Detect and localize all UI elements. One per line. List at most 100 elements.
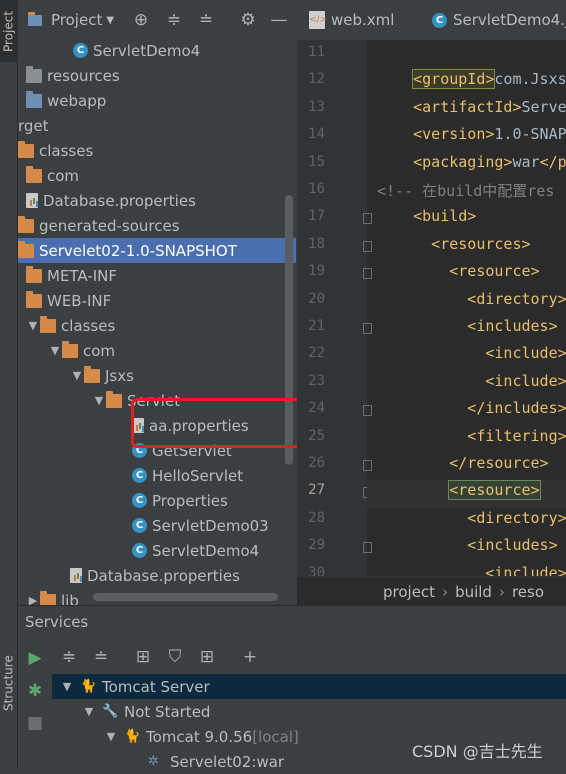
line-number: 24 <box>297 400 325 416</box>
code-token <box>377 481 449 499</box>
breadcrumb-project[interactable]: project <box>383 583 435 601</box>
chevron-right-icon[interactable]: ▶ <box>26 594 40 605</box>
tree-item[interactable]: resources <box>18 63 296 88</box>
code-line: <resource> <box>377 262 540 280</box>
line-number: 23 <box>297 373 325 389</box>
folder-icon <box>40 319 56 333</box>
code-line: <directory> <box>377 509 566 527</box>
expand-all-icon[interactable]: ≑ <box>58 646 80 668</box>
tree-item-label: classes <box>39 142 93 160</box>
tab-servletdemo4[interactable]: C ServletDemo4.j <box>432 0 566 40</box>
code-token: <version> <box>377 125 494 143</box>
code-editor[interactable]: 1112131415161718192021222324252627282930… <box>297 40 566 576</box>
folder-icon <box>40 594 56 606</box>
tab-web-xml[interactable]: </> web.xml <box>309 0 394 40</box>
tree-item[interactable]: WEB-INF <box>18 288 296 313</box>
code-token: <directory> <box>377 290 566 308</box>
chevron-down-icon[interactable]: ▼ <box>92 394 106 407</box>
fold-marker-icon[interactable] <box>363 268 372 279</box>
group-by-icon[interactable]: ⊞ <box>132 646 154 668</box>
line-number: 21 <box>297 318 325 334</box>
service-tree-item[interactable]: ▼🐈Tomcat Server <box>52 674 566 699</box>
project-folder-icon <box>28 15 42 26</box>
chevron-down-icon[interactable]: ▼ <box>70 369 84 382</box>
tree-horizontal-scrollbar[interactable] <box>93 593 278 601</box>
structure-tool-tab-label: Structure <box>2 655 16 711</box>
new-tab-icon[interactable]: ⊞ <box>196 646 218 668</box>
tomcat-icon: 🐈 <box>124 730 140 744</box>
code-line: </resource> <box>377 454 549 472</box>
line-number: 18 <box>297 236 325 252</box>
minimize-icon[interactable]: — <box>268 9 290 31</box>
tree-item[interactable]: Database.properties <box>18 563 296 588</box>
fold-marker-icon[interactable] <box>363 542 372 553</box>
line-number: 28 <box>297 510 325 526</box>
fold-marker-icon[interactable] <box>363 460 372 471</box>
filter-icon[interactable]: ⛉ <box>164 646 186 668</box>
tree-item-label: Database.properties <box>87 567 240 585</box>
chevron-down-icon[interactable]: ▼ <box>60 680 74 693</box>
tree-item[interactable]: classes <box>18 138 296 163</box>
structure-tool-tab[interactable]: Structure <box>0 648 17 718</box>
line-number: 19 <box>297 263 325 279</box>
code-line: <include> <box>377 564 566 576</box>
collapse-all-icon[interactable]: ≐ <box>195 9 217 31</box>
code-line: <resources> <box>377 235 531 253</box>
code-token: <build> <box>377 207 476 225</box>
debug-icon[interactable]: ✱ <box>24 680 46 702</box>
fold-marker-icon[interactable] <box>363 405 372 416</box>
tree-item[interactable]: generated-sources <box>18 213 296 238</box>
fold-marker-icon[interactable] <box>363 213 372 224</box>
project-tree: CServletDemo4 resources webapp rget classes c… <box>18 40 296 605</box>
tree-item-label: lib <box>61 592 79 606</box>
tree-item[interactable]: META-INF <box>18 263 296 288</box>
locate-icon[interactable]: ⊕ <box>130 9 152 31</box>
chevron-down-icon[interactable]: ▼ <box>104 730 118 743</box>
folder-icon <box>18 244 34 258</box>
tree-item[interactable]: CProperties <box>18 488 296 513</box>
chevron-down-icon[interactable]: ▼ <box>48 344 62 357</box>
breadcrumb-build[interactable]: build <box>455 583 492 601</box>
tree-item[interactable]: ▼classes <box>18 313 296 338</box>
tree-item[interactable]: com <box>18 163 296 188</box>
code-token: </p <box>540 153 566 171</box>
breadcrumb-separator-icon: › <box>499 583 505 601</box>
breadcrumb-resources[interactable]: reso <box>512 583 544 601</box>
code-token: <includes> <box>377 317 558 335</box>
tree-item-label: ServletDemo4 <box>152 542 259 560</box>
chevron-down-icon[interactable]: ▼ <box>26 319 40 332</box>
project-view-selector[interactable]: Project ▼ <box>28 11 114 29</box>
tree-item[interactable]: ▼com <box>18 338 296 363</box>
fold-marker-icon[interactable] <box>363 241 372 252</box>
gear-icon[interactable]: ⚙ <box>237 9 259 31</box>
code-token: </includes> <box>377 399 566 417</box>
fold-marker-icon[interactable] <box>363 323 372 334</box>
tree-item[interactable]: ▼Jsxs <box>18 363 296 388</box>
line-number: 12 <box>297 71 325 87</box>
tree-item-label: Database.properties <box>43 192 196 210</box>
add-service-icon[interactable]: + <box>239 646 261 668</box>
tree-item[interactable]: Servelet02-1.0-SNAPSHOT <box>18 238 296 263</box>
collapse-all-icon[interactable]: ≐ <box>90 646 112 668</box>
run-icon[interactable]: ▶ <box>24 647 46 669</box>
service-tree-item[interactable]: ▼🔧Not Started <box>52 699 566 724</box>
code-line: <groupId>com.Jsxs <box>377 70 566 88</box>
tree-item[interactable]: CServletDemo4 <box>18 538 296 563</box>
chevron-down-icon[interactable]: ▼ <box>82 705 96 718</box>
project-tool-tab-label: Project <box>2 10 16 51</box>
tree-item[interactable]: rget <box>18 113 296 138</box>
tree-item[interactable]: CServletDemo4 <box>18 40 296 63</box>
line-number: 27 <box>297 482 325 498</box>
tree-item-label: webapp <box>47 92 106 110</box>
tree-item-label: resources <box>47 67 120 85</box>
tree-item[interactable]: Database.properties <box>18 188 296 213</box>
tree-item[interactable]: webapp <box>18 88 296 113</box>
project-tool-tab[interactable]: Project <box>0 0 17 62</box>
tree-item[interactable]: CHelloServlet <box>18 463 296 488</box>
stop-icon[interactable]: ■ <box>24 712 46 734</box>
code-line: <!-- 在build中配置res <box>377 180 554 201</box>
tree-item-label: Properties <box>152 492 228 510</box>
expand-all-icon[interactable]: ≑ <box>163 9 185 31</box>
breadcrumb: project › build › reso <box>297 576 566 606</box>
tree-item[interactable]: CServletDemo03 <box>18 513 296 538</box>
